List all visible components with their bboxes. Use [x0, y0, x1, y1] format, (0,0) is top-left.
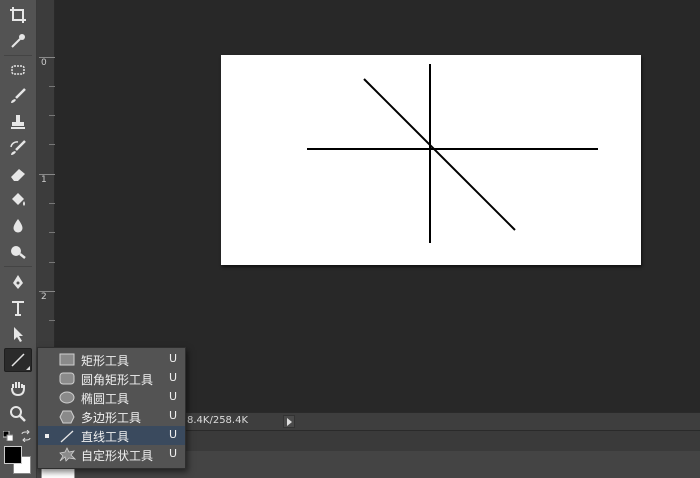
diagonal-line [363, 78, 516, 231]
menu-item-shortcut: U [169, 447, 178, 460]
document-size: 8.4K/258.4K [187, 415, 249, 426]
menu-item-shortcut: U [169, 390, 178, 403]
menu-item-label: 多边形工具 [81, 411, 142, 425]
path-selection-tool[interactable] [4, 322, 32, 346]
menu-item-rounded-rectangle-tool[interactable]: 圆角矩形工具 U [38, 369, 185, 388]
flyout-indicator-icon [26, 366, 30, 370]
menu-item-rectangle-tool[interactable]: 矩形工具 U [38, 350, 185, 369]
history-brush-icon [10, 140, 26, 155]
ruler-tick [49, 320, 55, 321]
menu-item-shortcut: U [169, 409, 178, 422]
ruler-tick [49, 203, 55, 204]
spot-healing-tool[interactable] [4, 58, 32, 82]
clone-stamp-tool[interactable] [4, 110, 32, 134]
selected-indicator [45, 434, 49, 438]
pen-tool[interactable] [4, 270, 32, 294]
eraser-icon [11, 169, 25, 181]
canvas-drawing [307, 64, 598, 243]
eraser-tool[interactable] [4, 162, 32, 186]
eyedropper-tool[interactable] [4, 29, 32, 53]
type-tool[interactable] [4, 296, 32, 320]
ruler-label: 0 [41, 58, 47, 68]
menu-item-shortcut: U [169, 352, 178, 365]
ellipse-icon [58, 390, 76, 405]
blur-tool[interactable] [4, 214, 32, 238]
bandage-icon [11, 65, 25, 75]
hand-tool[interactable] [4, 376, 32, 400]
line-tool[interactable] [4, 348, 32, 372]
eyedropper-icon [11, 34, 25, 48]
menu-item-shortcut: U [169, 428, 178, 441]
ruler-tick [49, 86, 55, 87]
brush-tool[interactable] [4, 84, 32, 108]
ruler-label: 2 [41, 292, 47, 302]
dodge-tool[interactable] [4, 240, 32, 264]
type-icon [12, 301, 24, 316]
drop-icon [13, 219, 23, 233]
toolbar-divider [4, 266, 32, 267]
photoshop-window: 0 1 2 8.4K/258.4K 矩形工具 U 圆角矩形工具 U 椭圆工具 U… [0, 0, 700, 478]
dodge-icon [11, 246, 26, 259]
arrow-icon [14, 327, 23, 342]
status-menu-arrow-icon[interactable] [283, 415, 295, 428]
toolbar-divider [4, 55, 32, 56]
ruler-tick [49, 115, 55, 116]
paint-bucket-tool[interactable] [4, 188, 32, 212]
crop-tool[interactable] [4, 3, 32, 27]
menu-item-label: 矩形工具 [81, 354, 130, 368]
shape-tools-flyout: 矩形工具 U 圆角矩形工具 U 椭圆工具 U 多边形工具 U 直线工具 U 自定… [37, 347, 186, 469]
line-icon [58, 428, 76, 443]
crop-icon [10, 7, 26, 23]
ruler-tick [49, 144, 55, 145]
default-colors-icon[interactable] [3, 431, 13, 441]
menu-item-label: 直线工具 [81, 430, 130, 444]
document-canvas[interactable] [221, 55, 641, 265]
swap-colors-icon[interactable] [20, 430, 32, 442]
menu-item-line-tool[interactable]: 直线工具 U [38, 426, 185, 445]
menu-item-ellipse-tool[interactable]: 椭圆工具 U [38, 388, 185, 407]
bucket-icon [12, 193, 25, 206]
menu-item-label: 自定形状工具 [81, 449, 154, 463]
menu-item-shortcut: U [169, 371, 178, 384]
history-brush-tool[interactable] [4, 136, 32, 160]
tools-panel [0, 0, 37, 478]
brush-icon [11, 88, 26, 103]
magnifier-icon [10, 406, 26, 422]
ruler-label: 1 [41, 175, 47, 185]
rectangle-icon [58, 352, 76, 367]
hand-icon [11, 382, 25, 397]
line-icon [11, 353, 25, 367]
custom-shape-icon [58, 447, 76, 462]
ruler-tick [49, 262, 55, 263]
foreground-color-swatch[interactable] [4, 446, 22, 464]
pen-icon [13, 275, 23, 289]
menu-item-label: 圆角矩形工具 [81, 373, 154, 387]
menu-item-label: 椭圆工具 [81, 392, 130, 406]
polygon-icon [58, 409, 76, 424]
zoom-tool[interactable] [4, 402, 32, 426]
stamp-icon [11, 115, 25, 129]
rounded-rectangle-icon [58, 371, 76, 386]
menu-item-custom-shape-tool[interactable]: 自定形状工具 U [38, 445, 185, 464]
ruler-tick [49, 232, 55, 233]
menu-item-polygon-tool[interactable]: 多边形工具 U [38, 407, 185, 426]
